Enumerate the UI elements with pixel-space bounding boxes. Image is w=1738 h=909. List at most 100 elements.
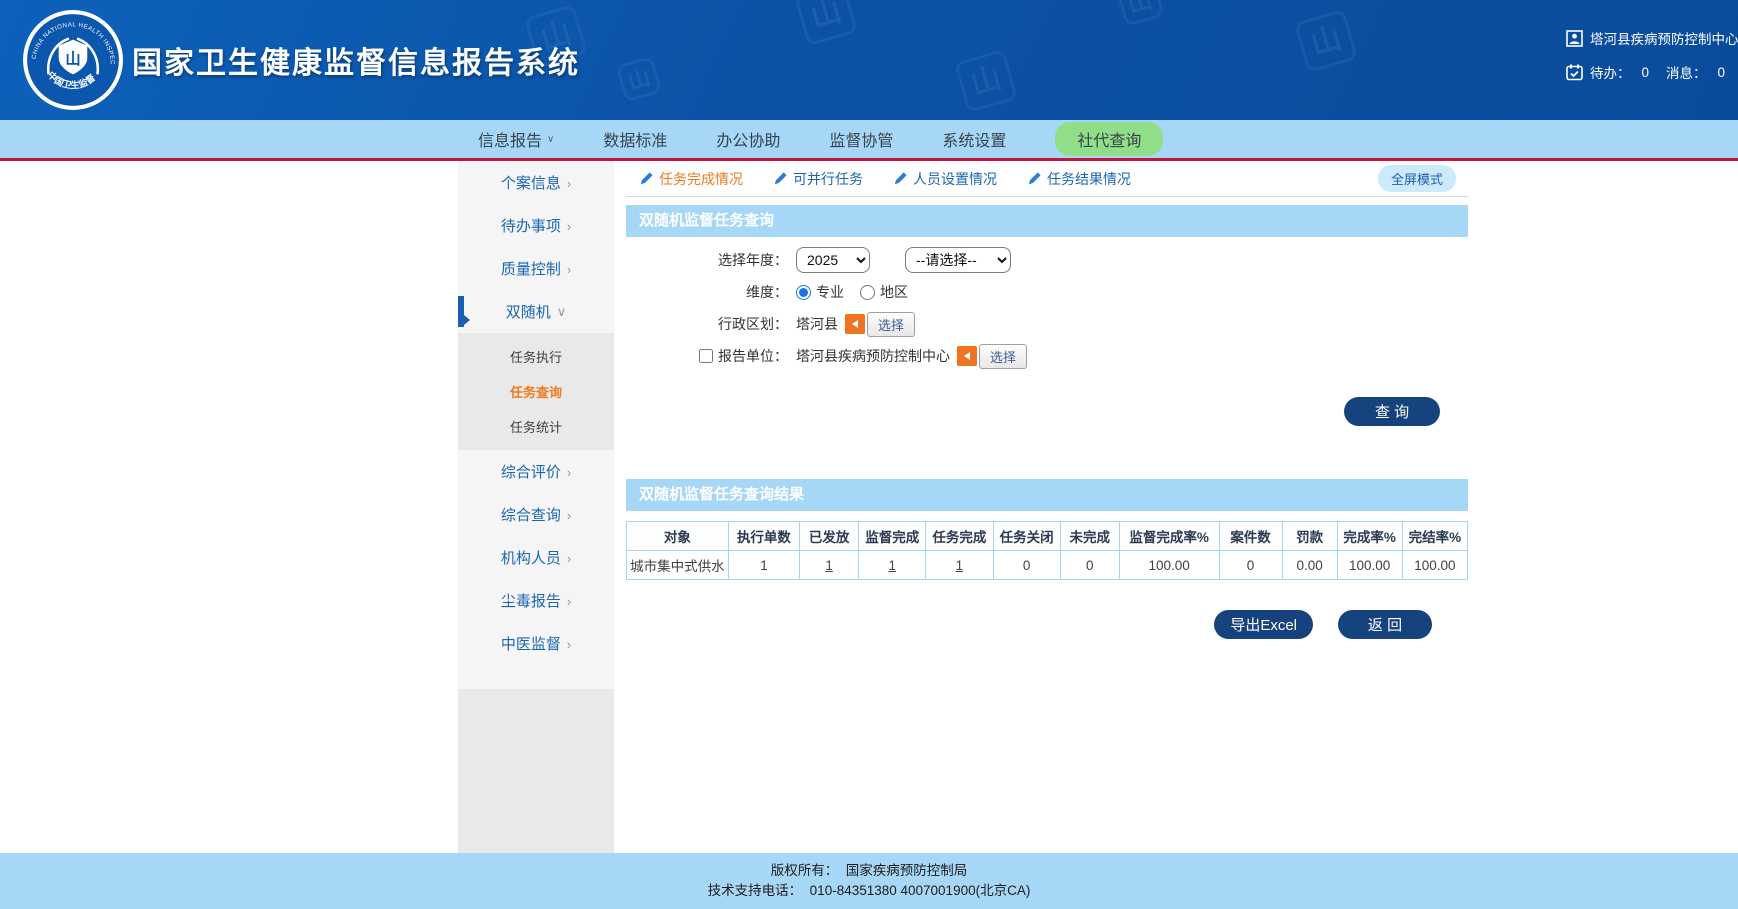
user-info-block: 塔河县疾病预防控制中心 待办：0 消息：0 协管 (1566, 28, 1738, 96)
export-excel-button[interactable]: 导出Excel (1214, 610, 1313, 639)
header-watermark: 山 (1115, 0, 1164, 27)
header-watermark: 山 (1294, 9, 1358, 73)
report-unit-label-wrap: 报告单位： (626, 346, 796, 366)
region-label: 行政区划： (626, 314, 796, 334)
tab-label: 任务完成情况 (659, 169, 743, 189)
results-table: 对象 执行单数 已发放 监督完成 任务完成 任务关闭 未完成 监督完成率% 案件… (626, 521, 1468, 580)
sidebar: 个案信息 › 待办事项 › 质量控制› 双随机∨ 任务执行 任务查询 任务统计 综合… (458, 161, 614, 853)
sidebar-item-quality-control[interactable]: 质量控制› (458, 247, 614, 290)
sidebar-subitem-task-query[interactable]: 任务查询 (458, 374, 614, 409)
choose-arrow-icon (957, 346, 977, 366)
tab-parallel-tasks[interactable]: 可并行任务 (774, 169, 863, 189)
nav-item-data-standard[interactable]: 数据标准 (603, 127, 667, 151)
cell-exec-count: 1 (728, 551, 799, 580)
support-label: 技术支持电话： (708, 883, 803, 898)
nav-item-system-settings[interactable]: 系统设置 (942, 127, 1006, 151)
form-row-report-unit: 报告单位： 塔河县疾病预防控制中心 选择 (626, 343, 1468, 369)
main-nav: 信息报告 ∨ 数据标准 办公协助 监督协管 系统设置 社代查询 (0, 120, 1738, 158)
nav-item-shedai-query[interactable]: 社代查询 (1055, 122, 1163, 156)
sidebar-item-comprehensive-query[interactable]: 综合查询› (458, 493, 614, 536)
nav-item-office-assist[interactable]: 办公协助 (716, 127, 780, 151)
col-header: 任务关闭 (993, 522, 1060, 551)
sidebar-submenu: 任务执行 任务查询 任务统计 (458, 333, 614, 450)
page: 山 山 山 山 山 山 CHINA NATIONAL HEALTH INSPEC… (0, 0, 1738, 909)
tab-task-completion[interactable]: 任务完成情况 (640, 169, 743, 189)
message-count[interactable]: 0 (1718, 65, 1726, 80)
cell-link[interactable]: 1 (825, 558, 833, 573)
nav-item-label: 监督协管 (829, 127, 893, 151)
col-header: 案件数 (1219, 522, 1282, 551)
nav-item-label: 办公协助 (716, 127, 780, 151)
report-unit-label: 报告单位： (718, 346, 788, 366)
results-panel-header: 双随机监督任务查询结果 (626, 479, 1468, 511)
user-org-row: 塔河县疾病预防控制中心 (1566, 28, 1738, 48)
sidebar-item-label: 双随机 (506, 301, 551, 322)
seal-emblem-glyph: 山 (65, 51, 80, 68)
tab-label: 任务结果情况 (1047, 169, 1131, 189)
notification-row: 待办：0 消息：0 协管 (1566, 62, 1738, 82)
cell-link[interactable]: 1 (888, 558, 896, 573)
col-header: 任务完成 (926, 522, 993, 551)
cell-link[interactable]: 1 (956, 558, 964, 573)
tab-task-results[interactable]: 任务结果情况 (1028, 169, 1131, 189)
table-header-row: 对象 执行单数 已发放 监督完成 任务完成 任务关闭 未完成 监督完成率% 案件… (627, 522, 1468, 551)
sidebar-item-label: 待办事项 (501, 215, 561, 236)
profession-radio[interactable] (796, 285, 811, 300)
cell-fine: 0.00 (1282, 551, 1337, 580)
radio-option-region[interactable]: 地区 (860, 282, 908, 302)
col-header: 已发放 (800, 522, 859, 551)
form-row-dimension: 维度： 专业 地区 (626, 279, 1468, 305)
header-watermark: 山 (954, 49, 1018, 113)
fullscreen-mode-button[interactable]: 全屏模式 (1378, 165, 1456, 192)
cell-supervision-done-link[interactable]: 1 (859, 551, 926, 580)
copyright-value: 国家疾病预防控制局 (846, 863, 968, 878)
support-line: 技术支持电话： 010-84351380 4007001900(北京CA) (0, 881, 1738, 901)
sidebar-item-double-random[interactable]: 双随机∨ (458, 290, 614, 333)
sidebar-item-tcm-supervision[interactable]: 中医监督› (458, 622, 614, 665)
cell-case-count: 0 (1219, 551, 1282, 580)
cell-issued-link[interactable]: 1 (800, 551, 859, 580)
report-unit-checkbox[interactable] (699, 349, 713, 363)
col-header: 未完成 (1060, 522, 1119, 551)
sidebar-filler (458, 689, 614, 853)
pencil-icon (894, 172, 907, 185)
chevron-right-icon: › (567, 219, 571, 234)
sidebar-item-org-personnel[interactable]: 机构人员› (458, 536, 614, 579)
tab-personnel-settings[interactable]: 人员设置情况 (894, 169, 997, 189)
region-radio[interactable] (860, 285, 875, 300)
choose-arrow-icon (845, 314, 865, 334)
sidebar-item-dust-poison-report[interactable]: 尘毒报告› (458, 579, 614, 622)
col-header: 监督完成 (859, 522, 926, 551)
report-unit-choose-button[interactable]: 选择 (957, 344, 1027, 369)
sidebar-subitem-task-execute[interactable]: 任务执行 (458, 339, 614, 374)
nav-item-label: 系统设置 (942, 127, 1006, 151)
radio-option-profession[interactable]: 专业 (796, 282, 844, 302)
sidebar-item-comprehensive-eval[interactable]: 综合评价› (458, 450, 614, 493)
header-watermark: 山 (794, 0, 858, 46)
nav-item-supervision[interactable]: 监督协管 (829, 127, 893, 151)
category-select[interactable]: --请选择-- (905, 247, 1011, 273)
copyright-label: 版权所有： (771, 863, 839, 878)
form-row-year: 选择年度： 2025 --请选择-- (626, 247, 1468, 273)
col-header: 对象 (627, 522, 729, 551)
year-select[interactable]: 2025 (796, 247, 870, 273)
dimension-radio-group: 专业 地区 (796, 282, 908, 302)
chevron-right-icon: › (567, 262, 571, 277)
sidebar-item-case-info[interactable]: 个案信息 › (458, 161, 614, 204)
region-choose-button[interactable]: 选择 (845, 312, 915, 337)
cell-task-done-link[interactable]: 1 (926, 551, 993, 580)
col-header: 执行单数 (728, 522, 799, 551)
back-button[interactable]: 返 回 (1338, 610, 1432, 639)
choose-button-label: 选择 (979, 344, 1027, 369)
sidebar-item-label: 个案信息 (501, 172, 561, 193)
sidebar-item-todo[interactable]: 待办事项 › (458, 204, 614, 247)
dimension-label: 维度： (626, 282, 796, 302)
chevron-right-icon: › (567, 176, 571, 191)
sidebar-subitem-task-stats[interactable]: 任务统计 (458, 409, 614, 444)
query-button[interactable]: 查 询 (1344, 397, 1440, 426)
col-header: 监督完成率% (1119, 522, 1219, 551)
todo-count[interactable]: 0 (1642, 65, 1650, 80)
nav-item-info-report[interactable]: 信息报告 ∨ (478, 127, 554, 151)
main-area: 个案信息 › 待办事项 › 质量控制› 双随机∨ 任务执行 任务查询 任务统计 综合… (0, 161, 1738, 853)
header-watermark: 山 (615, 55, 662, 102)
